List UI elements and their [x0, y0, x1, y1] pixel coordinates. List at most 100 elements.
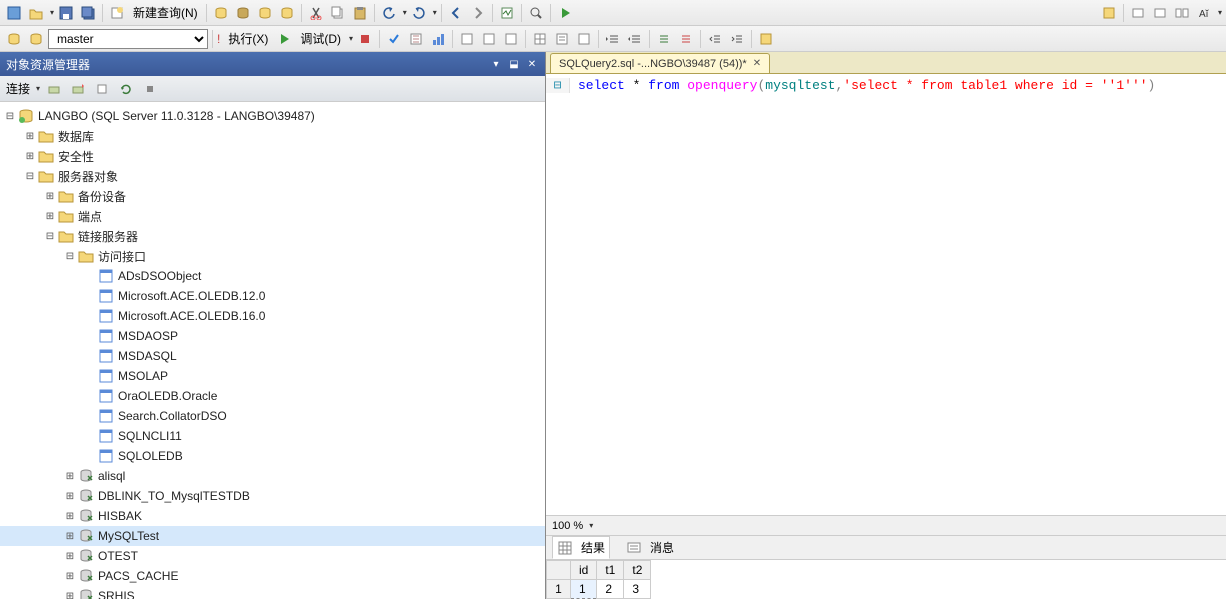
toolbar2-btn-indent-out[interactable] [603, 29, 623, 49]
toolbar-btn-nav-fwd[interactable] [468, 3, 488, 23]
row-number[interactable]: 1 [547, 580, 571, 599]
connect-btn-1[interactable] [44, 79, 64, 99]
tree-provider-item[interactable]: MSOLAP [0, 366, 545, 386]
connect-label[interactable]: 连接 [6, 80, 30, 97]
toolbar-btn-cut[interactable] [306, 3, 326, 23]
tree-provider-item[interactable]: Microsoft.ACE.OLEDB.12.0 [0, 286, 545, 306]
toolbar2-btn-comment[interactable] [654, 29, 674, 49]
toolbar2-btn-stats[interactable] [428, 29, 448, 49]
connect-btn-refresh[interactable] [116, 79, 136, 99]
tree-linked-servers[interactable]: ⊟ 链接服务器 [0, 226, 545, 246]
tree-linked-server-item[interactable]: ⊞PACS_CACHE [0, 566, 545, 586]
toolbar2-btn-file[interactable] [574, 29, 594, 49]
panel-close-icon[interactable]: ✕ [525, 57, 539, 71]
tree-provider-item[interactable]: OraOLEDB.Oracle [0, 386, 545, 406]
tree-provider-item[interactable]: MSDAOSP [0, 326, 545, 346]
toolbar2-btn-text[interactable] [552, 29, 572, 49]
toolbar-btn-r1[interactable] [1099, 3, 1119, 23]
editor-tab[interactable]: SQLQuery2.sql -...NGBO\39487 (54))* ✕ [550, 53, 770, 73]
table-row[interactable]: 1123 [547, 580, 651, 599]
toolbar-btn-d4[interactable] [277, 3, 297, 23]
tree-server-root[interactable]: ⊟ LANGBO (SQL Server 11.0.3128 - LANGBO\… [0, 106, 545, 126]
tab-close-icon[interactable]: ✕ [753, 58, 761, 69]
gutter-expand-icon[interactable]: ⊟ [546, 78, 570, 93]
expand-toggle-icon[interactable]: ⊞ [44, 210, 56, 222]
toolbar-btn-save[interactable] [56, 3, 76, 23]
toolbar-btn-home[interactable] [4, 3, 24, 23]
toolbar2-btn-grid[interactable] [530, 29, 550, 49]
expand-toggle-icon[interactable]: ⊞ [64, 470, 76, 482]
toolbar2-btn-indent2[interactable] [727, 29, 747, 49]
toolbar-btn-copy[interactable] [328, 3, 348, 23]
toolbar-btn-r2[interactable] [1128, 3, 1148, 23]
zoom-dropdown-icon[interactable]: ▾ [589, 521, 593, 530]
toolbar-btn-d2[interactable] [233, 3, 253, 23]
tree-provider-item[interactable]: Microsoft.ACE.OLEDB.16.0 [0, 306, 545, 326]
toolbar2-btn-opt2[interactable] [479, 29, 499, 49]
toolbar2-btn-opt1[interactable] [457, 29, 477, 49]
tree-linked-server-item[interactable]: ⊞DBLINK_TO_MysqlTESTDB [0, 486, 545, 506]
tree-security[interactable]: ⊞ 安全性 [0, 146, 545, 166]
tree-provider-item[interactable]: ADsDSOObject [0, 266, 545, 286]
tree-provider-item[interactable]: Search.CollatorDSO [0, 406, 545, 426]
expand-toggle-icon[interactable]: ⊞ [64, 590, 76, 599]
column-header[interactable]: id [571, 561, 597, 580]
tree-provider-item[interactable]: SQLNCLI11 [0, 426, 545, 446]
toolbar-btn-open[interactable] [26, 3, 46, 23]
expand-toggle-icon[interactable]: ⊞ [24, 150, 36, 162]
toolbar-btn-d3[interactable] [255, 3, 275, 23]
debug-dropdown-icon[interactable]: ▾ [349, 34, 353, 43]
expand-toggle-icon[interactable]: ⊞ [64, 570, 76, 582]
toolbar-btn-activity[interactable] [497, 3, 517, 23]
connect-btn-filter[interactable] [92, 79, 112, 99]
results-tab[interactable]: 结果 [552, 536, 610, 559]
results-grid[interactable]: idt1t2 1123 [546, 559, 1226, 599]
toolbar-btn-saveall[interactable] [78, 3, 98, 23]
toolbar2-btn-plan[interactable] [406, 29, 426, 49]
expand-toggle-icon[interactable]: ⊟ [4, 110, 16, 122]
toolbar-btn-r3[interactable] [1150, 3, 1170, 23]
connect-btn-stop[interactable] [140, 79, 160, 99]
toolbar-btn-undo[interactable] [379, 3, 399, 23]
debug-label[interactable]: 调试(D) [296, 30, 345, 47]
expand-toggle-icon[interactable]: ⊞ [64, 490, 76, 502]
dropdown-arrow-icon[interactable]: ▾ [50, 8, 54, 17]
expand-toggle-icon[interactable]: ⊟ [24, 170, 36, 182]
toolbar2-btn-opt3[interactable] [501, 29, 521, 49]
expand-toggle-icon[interactable]: ⊞ [64, 510, 76, 522]
grid-cell[interactable]: 3 [624, 580, 651, 599]
toolbar-rdrop-icon[interactable]: ▾ [1218, 8, 1222, 17]
tree-linked-server-item[interactable]: ⊞HISBAK [0, 506, 545, 526]
execute-label[interactable]: 执行(X) [224, 30, 272, 47]
toolbar-btn-nav-back[interactable] [446, 3, 466, 23]
expand-toggle-icon[interactable]: ⊟ [64, 250, 76, 262]
tree-endpoints[interactable]: ⊞ 端点 [0, 206, 545, 226]
tree-linked-server-item[interactable]: ⊞SRHIS [0, 586, 545, 599]
tree-linked-server-item[interactable]: ⊞alisql [0, 466, 545, 486]
toolbar2-btn-specify[interactable] [756, 29, 776, 49]
zoom-value[interactable]: 100 % [552, 520, 583, 532]
tree-provider-item[interactable]: MSDASQL [0, 346, 545, 366]
tree-linked-server-item[interactable]: ⊞MySQLTest [0, 526, 545, 546]
toolbar2-btn-check[interactable] [384, 29, 404, 49]
undo-dropdown-icon[interactable]: ▾ [403, 8, 407, 17]
toolbar-btn-newproj[interactable] [107, 3, 127, 23]
tree-backup[interactable]: ⊞ 备份设备 [0, 186, 545, 206]
expand-toggle-icon[interactable]: ⊟ [44, 230, 56, 242]
tree-provider-item[interactable]: SQLOLEDB [0, 446, 545, 466]
tree-providers-folder[interactable]: ⊟ 访问接口 [0, 246, 545, 266]
toolbar2-btn-stop[interactable] [355, 29, 375, 49]
toolbar-btn-r5[interactable]: Aĭ [1194, 3, 1214, 23]
object-tree[interactable]: ⊟ LANGBO (SQL Server 11.0.3128 - LANGBO\… [0, 102, 545, 599]
sql-code[interactable]: select * from openquery(mysqltest,'selec… [570, 78, 1155, 93]
column-header[interactable]: t2 [624, 561, 651, 580]
panel-dropdown-icon[interactable]: ▾ [489, 57, 503, 71]
toolbar-btn-redo[interactable] [409, 3, 429, 23]
toolbar-btn-play[interactable] [555, 3, 575, 23]
new-query-label[interactable]: 新建查询(N) [129, 4, 202, 21]
toolbar2-btn-indent-in[interactable] [625, 29, 645, 49]
toolbar2-btn-outdent2[interactable] [705, 29, 725, 49]
redo-dropdown-icon[interactable]: ▾ [433, 8, 437, 17]
column-header[interactable]: t1 [597, 561, 624, 580]
toolbar-btn-find[interactable] [526, 3, 546, 23]
